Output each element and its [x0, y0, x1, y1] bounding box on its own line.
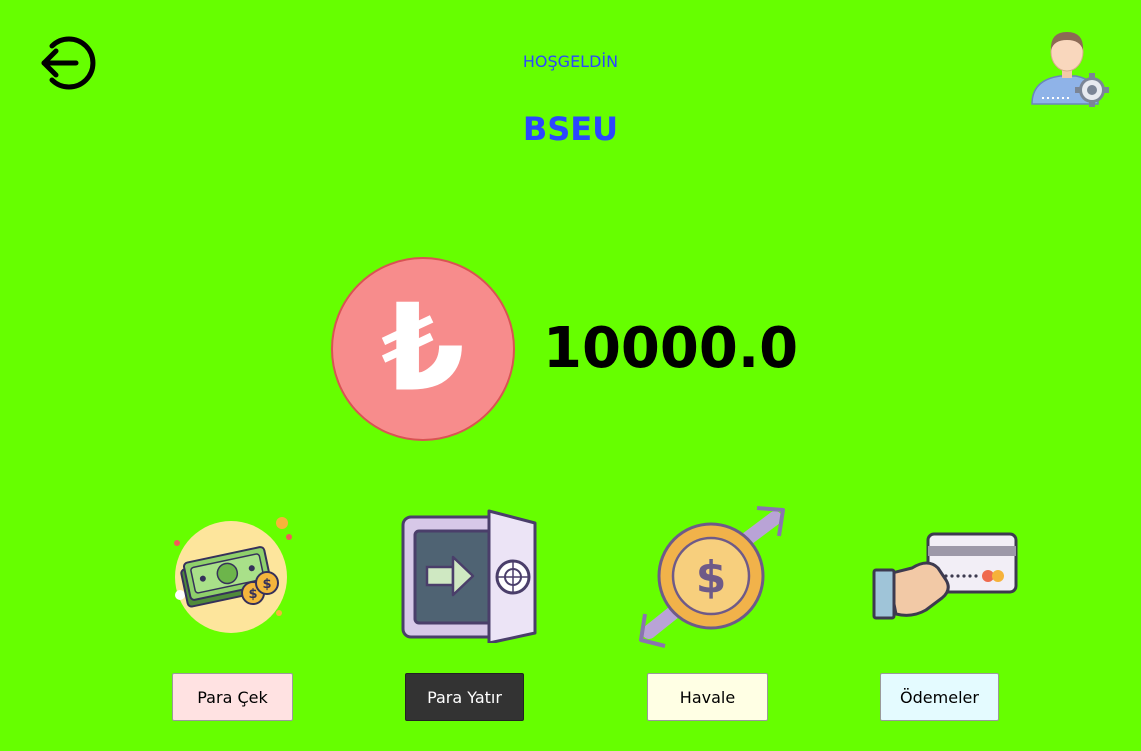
user-settings-icon[interactable] — [1026, 26, 1112, 112]
payments-button[interactable]: Ödemeler — [880, 673, 999, 721]
card-payment-icon — [872, 528, 1022, 626]
deposit-button[interactable]: Para Yatır — [405, 673, 524, 721]
safe-icon — [393, 505, 543, 645]
transfer-button[interactable]: Havale — [647, 673, 768, 721]
welcome-text: HOŞGELDİN — [522, 52, 619, 71]
transfer-icon: $ — [635, 500, 790, 650]
cash-icon: $ $ — [165, 513, 295, 635]
currency-symbol: ₺ — [381, 280, 465, 419]
lira-icon: ₺ — [330, 256, 516, 442]
svg-text:$: $ — [248, 587, 257, 602]
balance-amount: 10000.0 — [543, 316, 799, 381]
withdraw-button[interactable]: Para Çek — [172, 673, 293, 721]
svg-text:$: $ — [696, 552, 727, 603]
username-label: BSEU — [522, 110, 619, 148]
svg-text:$: $ — [262, 577, 271, 592]
